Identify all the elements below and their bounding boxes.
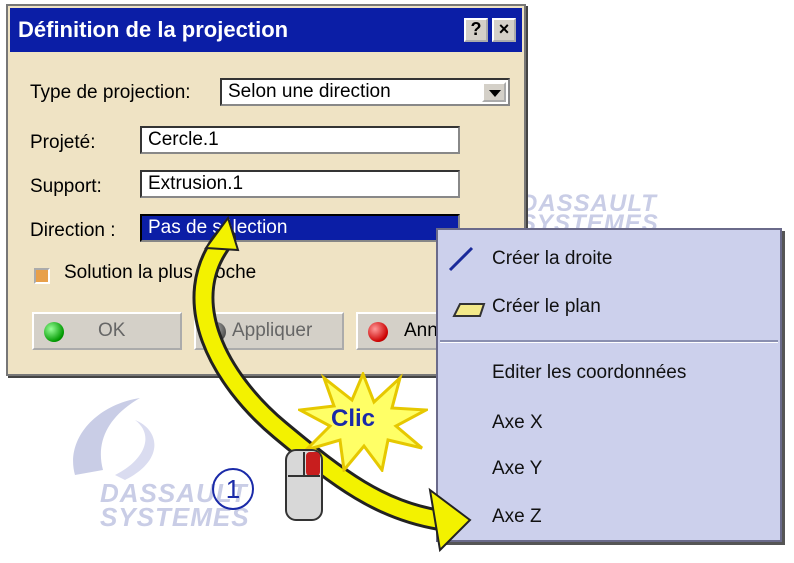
type-combo-value: Selon une direction [228, 81, 391, 102]
support-field[interactable]: Extrusion.1 [140, 170, 460, 198]
apply-icon [206, 322, 226, 342]
direction-field[interactable]: Pas de sélection [140, 214, 460, 242]
type-label: Type de projection: [30, 82, 191, 103]
ok-green-icon [44, 322, 64, 342]
line-icon [448, 246, 474, 272]
menu-item-create-line[interactable]: Créer la droite [492, 248, 612, 270]
menu-item-axis-z[interactable]: Axe Z [492, 506, 542, 528]
clic-label: Clic [331, 405, 376, 432]
apply-button[interactable]: Appliquer [194, 312, 344, 350]
menu-separator [440, 340, 778, 343]
step-number-badge: 1 [212, 468, 254, 510]
help-button[interactable]: ? [464, 18, 488, 42]
cancel-red-icon [368, 322, 388, 342]
dialog-title: Définition de la projection [18, 17, 289, 42]
dialog-titlebar[interactable]: Définition de la projection ? × [10, 8, 522, 52]
support-label: Support: [30, 176, 102, 197]
mouse-icon [285, 449, 323, 521]
close-button[interactable]: × [492, 18, 516, 42]
menu-item-edit-coords[interactable]: Editer les coordonnées [492, 362, 686, 384]
nearest-solution-checkbox[interactable] [34, 268, 50, 284]
apply-label: Appliquer [232, 320, 313, 341]
checkbox-label: Solution la plus proche [64, 262, 257, 283]
menu-item-axis-x[interactable]: Axe X [492, 412, 543, 434]
plane-icon [452, 303, 486, 317]
direction-label: Direction : [30, 220, 116, 241]
combo-dropdown-icon[interactable] [482, 82, 506, 102]
ok-label: OK [98, 320, 126, 341]
type-combo[interactable]: Selon une direction [220, 78, 510, 106]
menu-item-create-plane[interactable]: Créer le plan [492, 296, 601, 318]
projete-label: Projeté: [30, 132, 96, 153]
projete-field[interactable]: Cercle.1 [140, 126, 460, 154]
context-menu: Créer la droite Créer le plan Editer les… [436, 228, 782, 542]
menu-item-axis-y[interactable]: Axe Y [492, 458, 542, 480]
ok-button[interactable]: OK [32, 312, 182, 350]
